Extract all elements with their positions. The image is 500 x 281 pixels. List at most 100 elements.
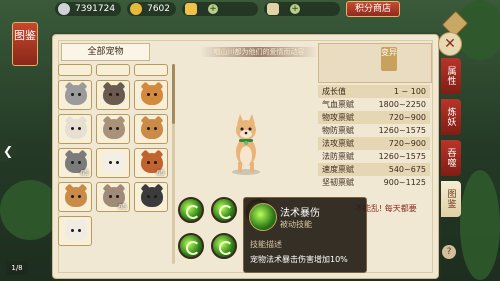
pet-eye xyxy=(109,161,112,164)
skill-slot-2[interactable] xyxy=(211,197,237,223)
gold-currency: 7602 xyxy=(127,2,176,16)
pet-portrait-icon xyxy=(140,183,164,207)
pet-eye xyxy=(71,93,74,96)
pet-ear xyxy=(102,183,113,194)
scroll-thumb[interactable] xyxy=(172,64,175,124)
skill-icon xyxy=(249,203,277,231)
stat-value: 720~900 xyxy=(388,139,426,148)
pet-level: 65 xyxy=(156,169,165,177)
pet-ear xyxy=(102,81,113,92)
pet-cell[interactable] xyxy=(58,114,92,144)
pet-eye xyxy=(116,93,119,96)
pet-cell[interactable]: 65 xyxy=(134,148,168,178)
pet-ear xyxy=(64,183,75,194)
pet-ear xyxy=(77,183,88,194)
pet-eye xyxy=(109,195,112,198)
stat-label: 法防禀赋 xyxy=(322,152,354,161)
skill-slot-5[interactable] xyxy=(211,233,237,259)
pet-cell[interactable] xyxy=(96,64,130,76)
stat-value: 1260~1575 xyxy=(378,152,426,161)
pet-level: 65 xyxy=(118,203,127,211)
pet-cell[interactable] xyxy=(134,114,168,144)
pet-eye xyxy=(71,195,74,198)
pet-ear xyxy=(102,115,113,126)
side-tab[interactable]: 炼妖 xyxy=(441,99,461,135)
pet-eye xyxy=(154,195,157,198)
close-button[interactable]: ✕ xyxy=(438,32,462,56)
pet-cell[interactable] xyxy=(96,148,130,178)
skill-slot-1[interactable] xyxy=(178,197,204,223)
pet-list-scrollbar[interactable] xyxy=(172,64,175,264)
stat-row: 气血禀赋 1800~2250 xyxy=(318,98,430,111)
skill-desc: 宠物法术暴击伤害增加10% xyxy=(250,255,348,264)
stat-row: 坚韧禀赋 900~1125 xyxy=(318,176,430,189)
gem-icon xyxy=(267,3,279,15)
pet-eye xyxy=(154,93,157,96)
pet-ear xyxy=(64,115,75,126)
pet-cell[interactable] xyxy=(96,114,130,144)
currency-bar: 7391724 7602 + + 积分商店 xyxy=(55,0,445,18)
pet-ear xyxy=(115,81,126,92)
pet-ear xyxy=(77,217,88,228)
pet-ear xyxy=(64,149,75,160)
pet-cell[interactable] xyxy=(96,80,130,110)
pet-eye xyxy=(71,161,74,164)
gold-coin-icon xyxy=(130,3,143,15)
side-tab[interactable]: 属性 xyxy=(441,58,461,94)
stats-header xyxy=(318,43,432,83)
ingot-currency[interactable]: + xyxy=(182,2,258,16)
pet-cell[interactable] xyxy=(58,64,92,76)
pet-cell[interactable]: 65 xyxy=(58,148,92,178)
pet-cell[interactable] xyxy=(58,216,92,246)
side-tab[interactable]: 图鉴 xyxy=(441,181,461,217)
help-icon[interactable]: ? xyxy=(442,245,456,259)
stat-value: 1 ~ 100 xyxy=(393,87,426,96)
pet-cell[interactable] xyxy=(134,64,168,76)
pet-eye xyxy=(154,127,157,130)
side-tag-title: 图鉴 xyxy=(12,22,38,66)
side-tab[interactable]: 吞噬 xyxy=(441,140,461,176)
pet-cell[interactable] xyxy=(134,80,168,110)
pet-ear xyxy=(77,149,88,160)
pet-eye xyxy=(116,161,119,164)
pet-ear xyxy=(140,81,151,92)
silver-amount: 7391724 xyxy=(75,4,116,14)
background-foliage xyxy=(455,0,500,60)
pet-portrait-icon xyxy=(102,149,126,173)
add-icon[interactable]: + xyxy=(208,4,218,14)
expand-left-arrow[interactable]: ❮ xyxy=(0,140,16,162)
stat-label: 物防禀赋 xyxy=(322,126,354,135)
pet-eye xyxy=(78,127,81,130)
background-foliage xyxy=(460,170,500,280)
stat-label: 气血禀赋 xyxy=(322,100,354,109)
pet-cell[interactable] xyxy=(134,182,168,212)
stat-value: 720~900 xyxy=(388,113,426,122)
pet-cell[interactable] xyxy=(58,182,92,212)
pet-type-tag: 变异 xyxy=(381,47,397,71)
stat-label: 成长值 xyxy=(322,87,346,96)
pet-portrait-icon xyxy=(64,115,88,139)
stat-row: 成长值 1 ~ 100 xyxy=(318,85,430,98)
stat-label: 物攻禀赋 xyxy=(322,113,354,122)
all-pets-filter[interactable]: 全部宠物 xyxy=(61,43,150,61)
pet-ear xyxy=(153,183,164,194)
pet-portrait-icon xyxy=(102,115,126,139)
pet-portrait-icon xyxy=(102,81,126,105)
add-icon[interactable]: + xyxy=(290,4,300,14)
pet-description-banner: 唱山川都为他们的爱情而动容 xyxy=(200,47,318,57)
skill-desc-label: 技能描述 xyxy=(250,240,282,249)
gold-amount: 7602 xyxy=(147,4,170,14)
pet-ear xyxy=(153,81,164,92)
pet-ear xyxy=(115,149,126,160)
pet-eye xyxy=(147,195,150,198)
points-shop-button[interactable]: 积分商店 xyxy=(346,1,401,17)
pet-eye xyxy=(147,93,150,96)
stat-value: 900~1125 xyxy=(383,178,426,187)
stat-row: 物攻禀赋 720~900 xyxy=(318,111,430,124)
pet-cell[interactable]: 65 xyxy=(96,182,130,212)
pet-grid: 65 65 65 xyxy=(58,64,170,246)
pet-preview-model xyxy=(232,114,260,175)
pet-cell[interactable] xyxy=(58,80,92,110)
diamond-currency[interactable]: + xyxy=(264,2,340,16)
skill-slot-4[interactable] xyxy=(178,233,204,259)
